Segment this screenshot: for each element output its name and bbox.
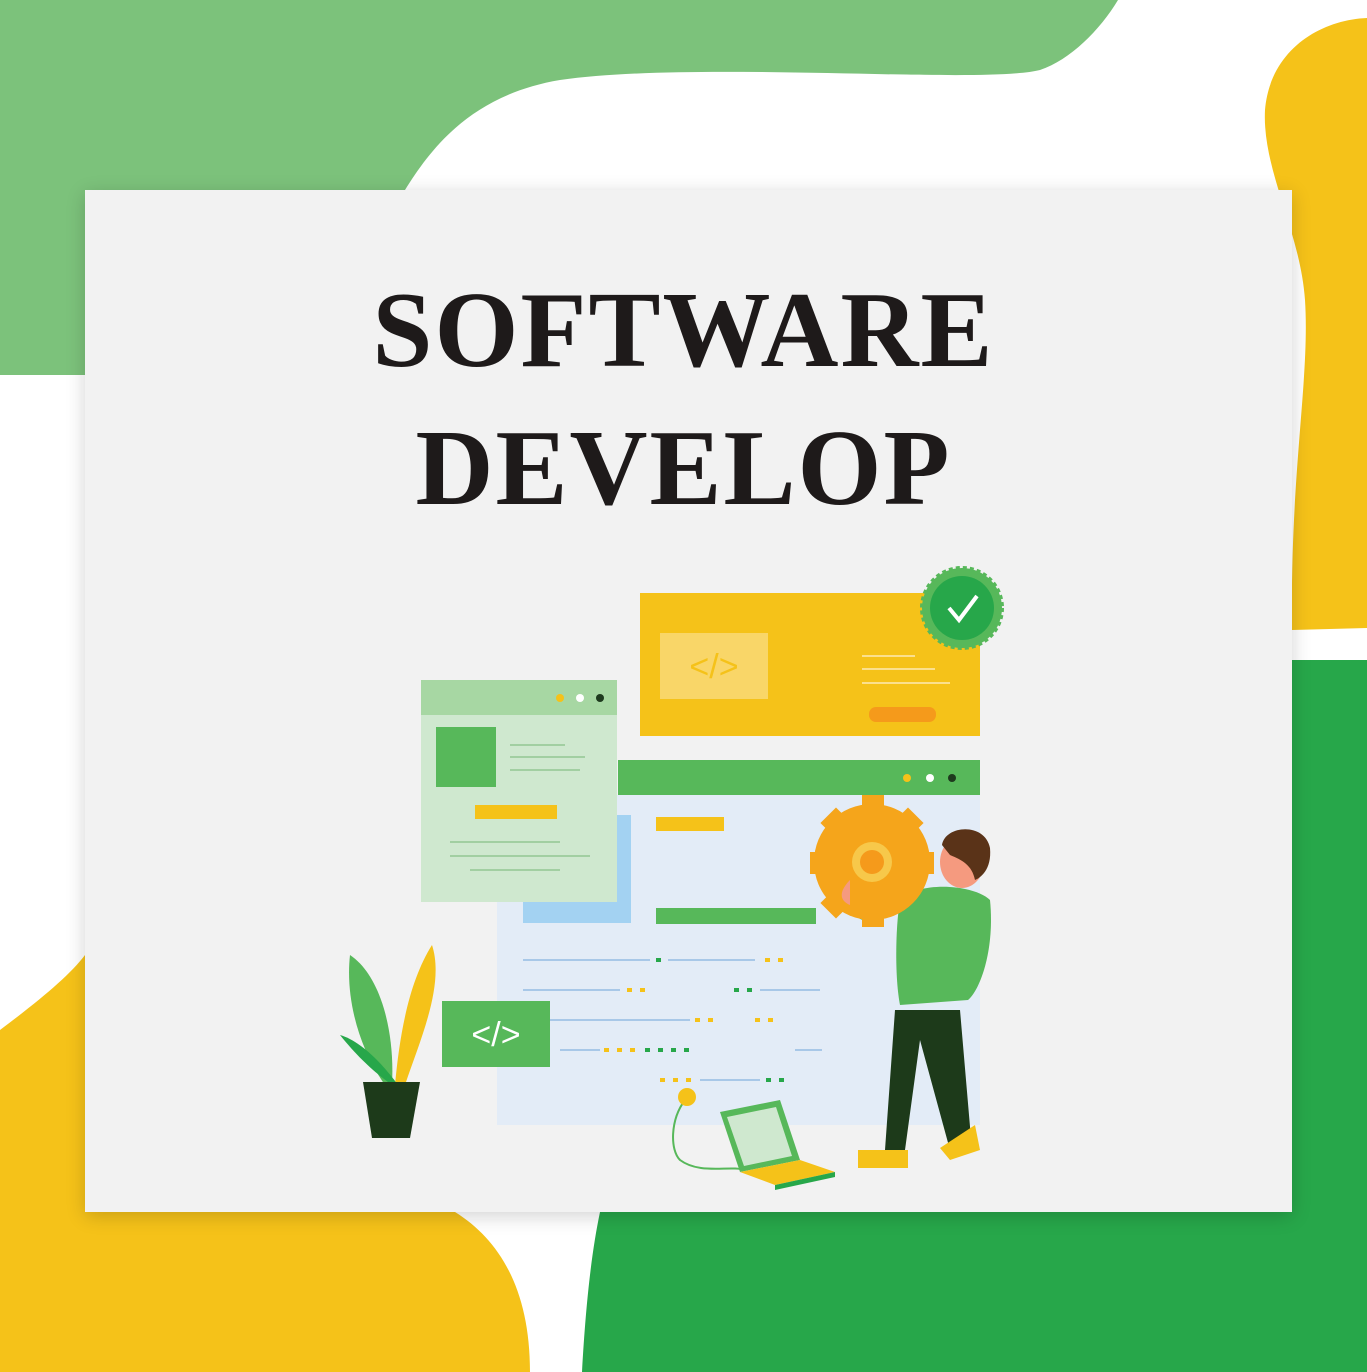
plant-icon [340, 945, 436, 1138]
page-title: SOFTWARE DEVELOP [0, 262, 1367, 538]
code-panel-header [618, 760, 980, 795]
browser-window-header [421, 680, 617, 715]
code-icon-bottom: </> [471, 1016, 520, 1054]
title-line-1: SOFTWARE [372, 271, 995, 390]
software-development-illustration: </> </> [340, 566, 1004, 1190]
title-line-2: DEVELOP [415, 409, 952, 528]
check-badge-icon [920, 566, 1004, 650]
code-icon-top: </> [689, 648, 738, 686]
